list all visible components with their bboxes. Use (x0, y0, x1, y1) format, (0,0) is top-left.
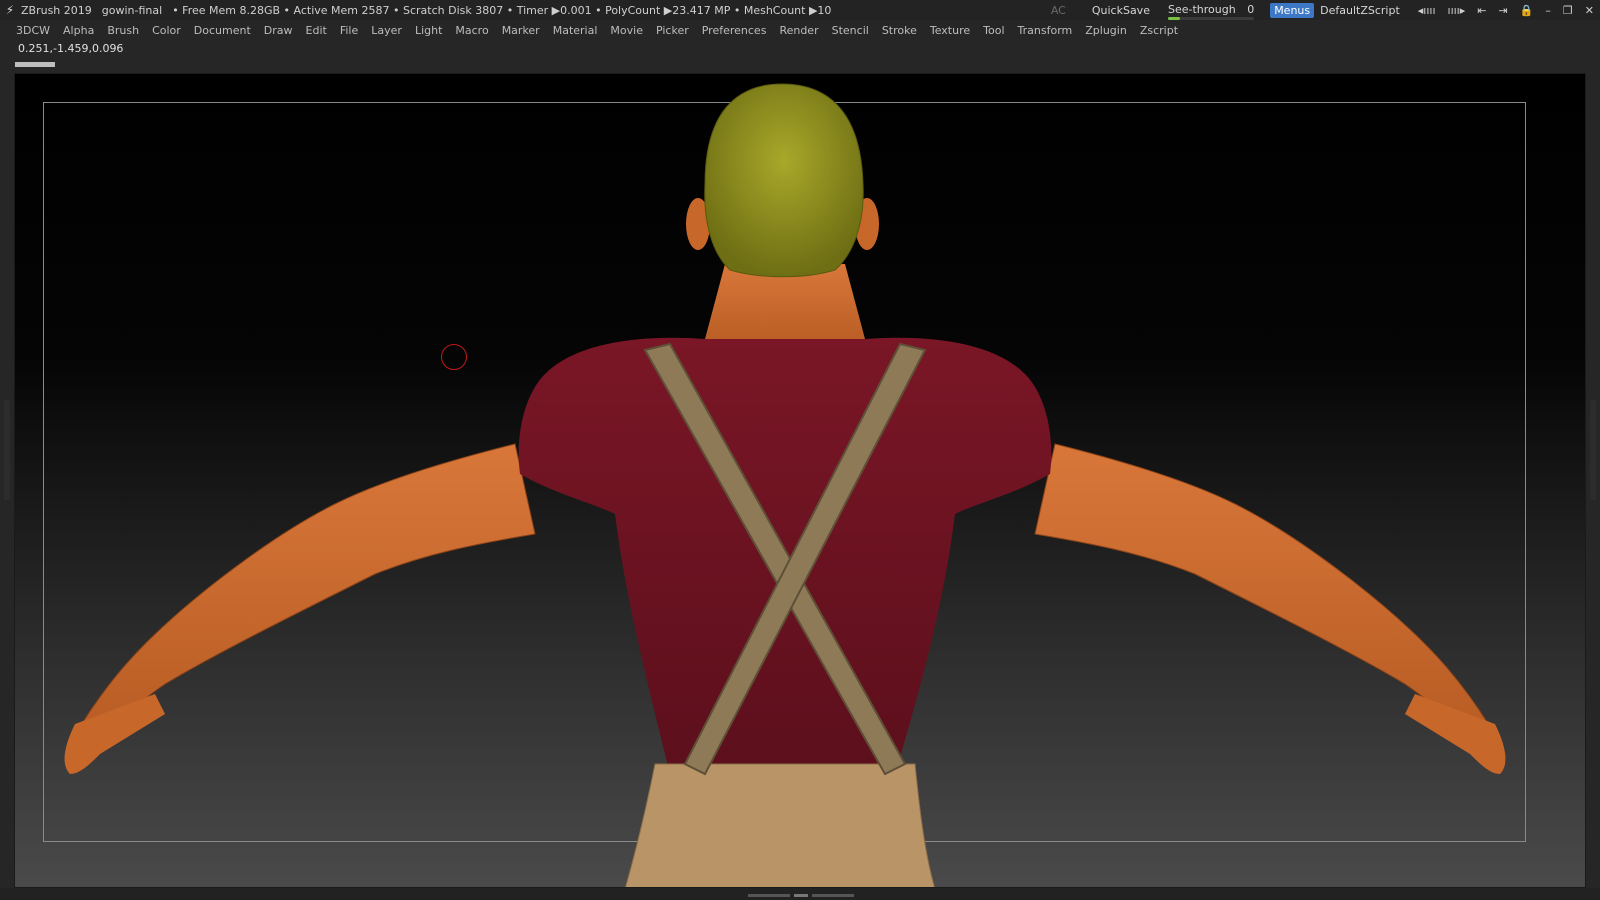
menu-picker[interactable]: Picker (656, 24, 689, 37)
default-zscript-button[interactable]: DefaultZScript (1320, 4, 1400, 17)
character-model[interactable] (15, 74, 1586, 888)
bottom-handle-arrows-icon (794, 893, 808, 897)
menu-tool[interactable]: Tool (983, 24, 1004, 37)
menu-stroke[interactable]: Stroke (882, 24, 917, 37)
slider-right-icon[interactable]: ıııı▸ (1448, 4, 1466, 17)
cursor-coordinates: 0.251,-1.459,0.096 (18, 42, 124, 55)
menus-button[interactable]: Menus (1270, 2, 1315, 18)
menu-3dcw[interactable]: 3DCW (16, 24, 50, 37)
menu-preferences[interactable]: Preferences (702, 24, 767, 37)
seethrough-slider[interactable]: See-through 0 (1167, 2, 1255, 20)
menu-alpha[interactable]: Alpha (63, 24, 94, 37)
menu-macro[interactable]: Macro (455, 24, 488, 37)
menu-marker[interactable]: Marker (502, 24, 540, 37)
slider-left-icon[interactable]: ◂ıııı (1418, 4, 1436, 17)
progress-fill (15, 62, 55, 67)
app-name: ZBrush 2019 (21, 3, 92, 17)
bottom-handle-right (812, 893, 854, 897)
menu-file[interactable]: File (340, 24, 358, 37)
menu-transform[interactable]: Transform (1018, 24, 1073, 37)
title-controls: AC QuickSave See-through 0 Menus Default… (1051, 0, 1600, 20)
menu-texture[interactable]: Texture (930, 24, 970, 37)
menu-layer[interactable]: Layer (371, 24, 402, 37)
seethrough-label: See-through (1167, 2, 1236, 16)
zbrush-logo-icon: ⚡ (5, 3, 15, 17)
menu-color[interactable]: Color (152, 24, 181, 37)
memory-stats: • Free Mem 8.28GB • Active Mem 2587 • Sc… (172, 3, 832, 17)
menu-light[interactable]: Light (415, 24, 442, 37)
title-bar: ⚡ ZBrush 2019 gowin-final • Free Mem 8.2… (0, 0, 1600, 20)
main-menu-bar: 3DCW Alpha Brush Color Document Draw Edi… (0, 20, 1600, 40)
head-hair (704, 83, 864, 278)
menu-stencil[interactable]: Stencil (832, 24, 869, 37)
right-tray-handle[interactable] (1590, 400, 1596, 500)
bottom-handle-left (748, 893, 790, 897)
bottom-tray-handle[interactable] (748, 893, 854, 897)
menu-movie[interactable]: Movie (610, 24, 643, 37)
brush-cursor (441, 344, 467, 370)
document-canvas[interactable] (14, 73, 1586, 888)
pants (625, 763, 935, 887)
restore-icon[interactable]: ❐ (1563, 4, 1573, 17)
left-tray-handle[interactable] (4, 400, 10, 500)
project-name: gowin-final (101, 3, 163, 17)
menu-edit[interactable]: Edit (306, 24, 327, 37)
menu-draw[interactable]: Draw (264, 24, 293, 37)
ac-toggle[interactable]: AC (1051, 4, 1066, 17)
menu-brush[interactable]: Brush (107, 24, 139, 37)
lock-icon[interactable]: 🔒 (1520, 4, 1534, 17)
menu-document[interactable]: Document (194, 24, 251, 37)
progress-indicator (15, 62, 55, 67)
minimize-icon[interactable]: – (1545, 4, 1551, 17)
menu-zplugin[interactable]: Zplugin (1085, 24, 1127, 37)
layout-prev-icon[interactable]: ⇤ (1477, 4, 1486, 17)
menu-zscript[interactable]: Zscript (1140, 24, 1178, 37)
quicksave-button[interactable]: QuickSave (1092, 4, 1150, 17)
seethrough-value: 0 (1247, 2, 1255, 16)
menu-material[interactable]: Material (553, 24, 598, 37)
layout-next-icon[interactable]: ⇥ (1498, 4, 1507, 17)
close-icon[interactable]: ✕ (1585, 4, 1594, 17)
menu-render[interactable]: Render (779, 24, 818, 37)
